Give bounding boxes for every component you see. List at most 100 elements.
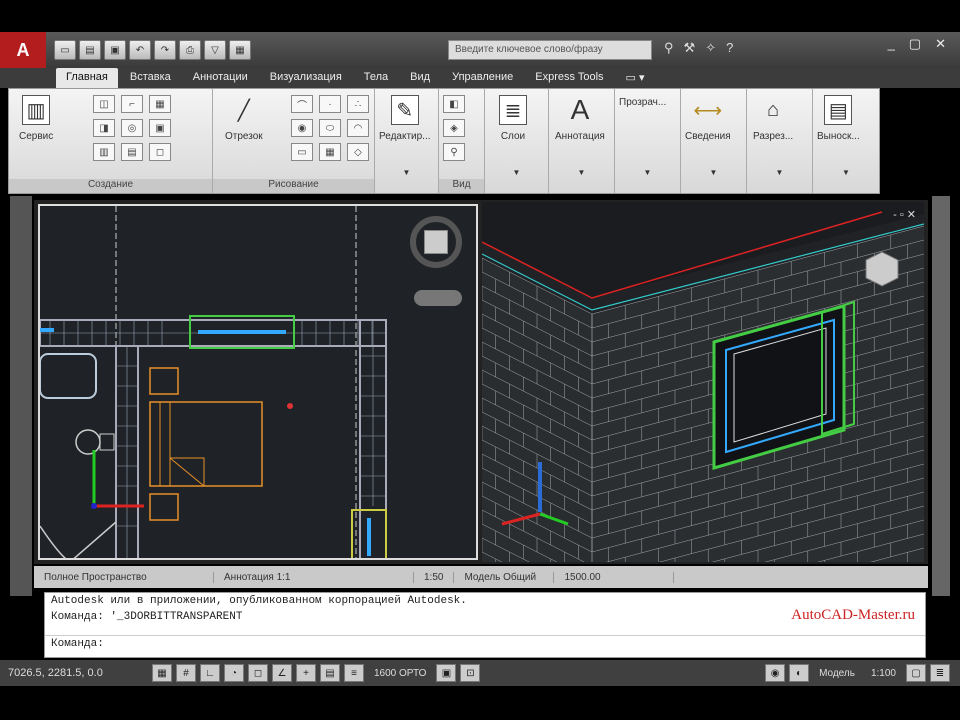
ortho-status[interactable]: 1600 ОРТО <box>368 668 432 679</box>
dyn-icon[interactable]: ▤ <box>320 664 340 682</box>
tab-express-tools[interactable]: Express Tools <box>525 68 613 88</box>
info-dropdown-icon[interactable]: ▼ <box>710 168 718 177</box>
tab-view[interactable]: Вид <box>400 68 440 88</box>
viewport-minimize-icon[interactable]: - <box>893 209 897 221</box>
info-tool[interactable]: ⟷ Сведения <box>685 95 731 143</box>
viewcube-icon[interactable] <box>424 230 448 254</box>
grid-display-icon[interactable]: # <box>176 664 196 682</box>
scale-value[interactable]: 1:50 <box>414 571 455 583</box>
undo-icon[interactable]: ↶ <box>129 40 151 60</box>
region-icon[interactable]: ◇ <box>347 143 369 161</box>
ortho-icon[interactable]: ∟ <box>200 664 220 682</box>
output-dropdown-icon[interactable]: ▼ <box>842 168 850 177</box>
annotation-monitor-icon[interactable]: ◉ <box>765 664 786 682</box>
redo-icon[interactable]: ↷ <box>154 40 176 60</box>
selection-icon[interactable]: ⊡ <box>460 664 481 682</box>
line-tool[interactable]: ╱ Отрезок <box>225 95 263 143</box>
rectangle-icon[interactable]: ▭ <box>291 143 313 161</box>
slab-icon[interactable]: ◻ <box>149 143 171 161</box>
panel-create-title: Создание <box>9 179 212 193</box>
window-controls: _ ▢ ✕ <box>888 36 946 52</box>
output-tool[interactable]: ▤ Выноск... <box>817 95 860 142</box>
plot-icon[interactable]: ▽ <box>204 40 226 60</box>
search-input[interactable]: Введите ключевое слово/фразу <box>448 40 652 60</box>
print-icon[interactable]: ⎙ <box>179 40 201 60</box>
view-label[interactable]: Модель Общий <box>454 571 555 583</box>
curtain-icon[interactable]: ◨ <box>93 119 115 137</box>
open-icon[interactable]: ▤ <box>79 40 101 60</box>
tab-visualize[interactable]: Визуализация <box>260 68 352 88</box>
view-zoom-icon[interactable]: ⚲ <box>443 143 465 161</box>
key-icon[interactable]: ⚒ <box>684 40 696 56</box>
maximize-icon[interactable]: ▢ <box>909 36 921 52</box>
edit-dropdown-icon[interactable]: ▼ <box>403 168 411 177</box>
circle-icon[interactable]: ◉ <box>291 119 313 137</box>
section-tool[interactable]: ⌂ Разрез... <box>753 95 793 143</box>
grid-icon[interactable]: ▦ <box>149 95 171 113</box>
quick-properties-icon[interactable]: ▣ <box>436 664 457 682</box>
layers-tool[interactable]: ≣ Слои <box>499 95 527 142</box>
ellipse-icon[interactable]: ⬭ <box>319 119 341 137</box>
edit-tool[interactable]: ✎ Редактир... <box>379 95 431 142</box>
plan-viewport[interactable] <box>38 204 478 560</box>
command-window[interactable]: Autodesk или в приложении, опубликованно… <box>44 592 926 658</box>
point-icon[interactable]: · <box>319 95 341 113</box>
application-menu-button[interactable]: A <box>0 32 46 68</box>
workspace-icon[interactable]: ▦ <box>229 40 251 60</box>
isolate-icon[interactable]: ◐ <box>789 664 810 682</box>
tab-manage[interactable]: Управление <box>442 68 523 88</box>
tab-options-dropdown[interactable]: ▭ ▾ <box>616 68 655 88</box>
search-icon[interactable]: ⚲ <box>664 40 674 56</box>
minimize-icon[interactable]: _ <box>888 36 895 52</box>
osnap-icon[interactable]: ◻ <box>248 664 268 682</box>
otrack-icon[interactable]: ∠ <box>272 664 292 682</box>
customize-icon[interactable]: ≣ <box>930 664 950 682</box>
layers-dropdown-icon[interactable]: ▼ <box>513 168 521 177</box>
window-icon[interactable]: ◎ <box>121 119 143 137</box>
new-icon[interactable]: ▭ <box>54 40 76 60</box>
section-dropdown-icon[interactable]: ▼ <box>776 168 784 177</box>
navbar-toggle[interactable] <box>414 290 462 306</box>
save-icon[interactable]: ▣ <box>104 40 126 60</box>
dots-icon[interactable]: ∴ <box>347 95 369 113</box>
door-icon[interactable]: ⌐ <box>121 95 143 113</box>
arc-icon[interactable]: ◠ <box>347 119 369 137</box>
drawing-area[interactable]: - ▫ ✕ <box>34 200 928 564</box>
wall-icon[interactable]: ◫ <box>93 95 115 113</box>
tab-insert[interactable]: Вставка <box>120 68 181 88</box>
roof-icon[interactable]: ▤ <box>121 143 143 161</box>
tab-annotate[interactable]: Аннотации <box>183 68 258 88</box>
transparency-dropdown-icon[interactable]: ▼ <box>644 168 652 177</box>
tool-palette-strip[interactable] <box>10 196 32 596</box>
properties-palette-strip[interactable] <box>932 196 950 596</box>
coord-value[interactable]: 1500.00 <box>554 571 675 583</box>
tab-home[interactable]: Главная <box>56 68 118 88</box>
column-icon[interactable]: ▣ <box>149 119 171 137</box>
ucs-icon[interactable]: + <box>296 664 316 682</box>
transparency-tool[interactable]: Прозрач... <box>619 97 666 108</box>
viewport-restore-icon[interactable]: ▫ <box>900 209 904 221</box>
close-icon[interactable]: ✕ <box>935 36 946 52</box>
model-label[interactable]: Полное Пространство <box>34 571 214 583</box>
view-cube-icon[interactable]: ◧ <box>443 95 465 113</box>
viewport-close-icon[interactable]: ✕ <box>907 209 916 221</box>
hatch-icon[interactable]: ▦ <box>319 143 341 161</box>
service-tool[interactable]: ▥ Сервис <box>19 95 53 142</box>
annotation-dropdown-icon[interactable]: ▼ <box>578 168 586 177</box>
polar-icon[interactable]: ◔ <box>224 664 244 682</box>
command-input[interactable]: Команда: <box>45 635 925 651</box>
snap-icon[interactable]: ▦ <box>152 664 172 682</box>
space-label[interactable]: Модель <box>813 668 861 679</box>
3d-viewport[interactable]: - ▫ ✕ <box>482 202 924 562</box>
star-icon[interactable]: ✧ <box>705 40 716 56</box>
fullscreen-icon[interactable]: ▢ <box>906 664 926 682</box>
lineweight-icon[interactable]: ≡ <box>344 664 364 682</box>
annotation-tool[interactable]: A Аннотация <box>555 94 605 142</box>
polyline-icon[interactable]: ⌒ <box>291 95 313 113</box>
zoom-level[interactable]: 1:100 <box>865 668 902 679</box>
stair-icon[interactable]: ▥ <box>93 143 115 161</box>
view-shield-icon[interactable]: ◈ <box>443 119 465 137</box>
layout-label[interactable]: Аннотация 1:1 <box>214 571 414 583</box>
help-icon[interactable]: ? <box>726 40 733 56</box>
tab-solids[interactable]: Тела <box>354 68 398 88</box>
